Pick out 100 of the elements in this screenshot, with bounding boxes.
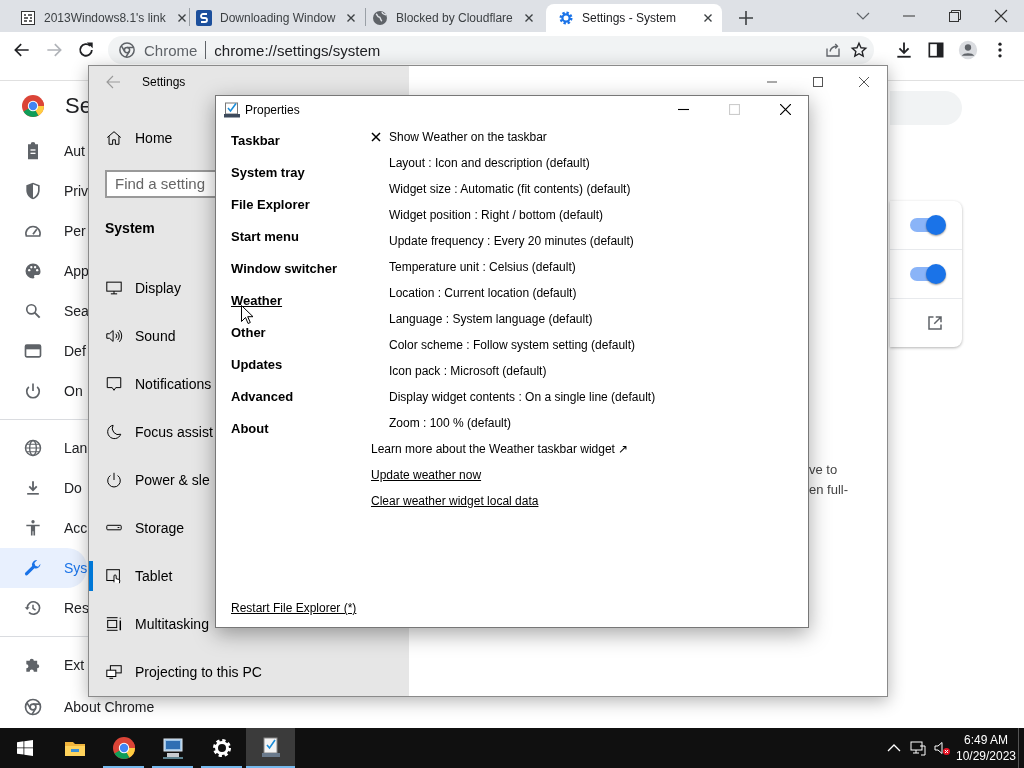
network-computer-icon: [160, 736, 185, 760]
option-item[interactable]: Language : System language (default): [389, 312, 593, 326]
tablet-touch-icon: [105, 567, 123, 585]
close-icon[interactable]: [994, 9, 1008, 23]
nav-link[interactable]: About: [231, 420, 269, 436]
multitasking-icon: [105, 615, 123, 633]
nav-link[interactable]: File Explorer: [231, 196, 310, 212]
nav-item[interactable]: Storage: [89, 504, 185, 552]
download-icon[interactable]: [894, 40, 914, 60]
nav-link[interactable]: Start menu: [231, 228, 299, 244]
close-icon[interactable]: [779, 104, 791, 115]
share-icon[interactable]: [824, 41, 842, 59]
action-link[interactable]: Learn more about the Weather taskbar widget ↗: [371, 442, 629, 456]
muted-speaker-icon[interactable]: [934, 740, 950, 756]
chrome-logo-icon: [118, 41, 136, 59]
sidebar-item[interactable]: Per: [0, 211, 87, 251]
option-item[interactable]: Location : Current location (default): [389, 286, 577, 300]
speech-bubble-icon: [105, 375, 123, 393]
nav-item[interactable]: Focus assist: [89, 408, 213, 456]
app-logo-icon: [196, 10, 212, 26]
toggle-switch[interactable]: [910, 218, 944, 232]
sidebar-item[interactable]: Res: [0, 588, 87, 628]
projecting-icon: [105, 663, 123, 681]
option-item[interactable]: Color scheme : Follow system setting (default): [389, 338, 636, 352]
browser-tab[interactable]: Blocked by Cloudflare: [360, 4, 536, 32]
sidebar-item[interactable]: Lan: [0, 428, 87, 468]
nav-item[interactable]: Home: [89, 115, 181, 161]
restart-link[interactable]: Restart File Explorer (*): [231, 601, 357, 615]
option-item[interactable]: Temperature unit : Celsius (default): [389, 260, 576, 274]
description-text: en full-: [809, 481, 850, 499]
option-item[interactable]: Zoom : 100 % (default): [389, 416, 512, 430]
sidebar-item[interactable]: About Chrome: [0, 697, 163, 717]
document-icon: [20, 10, 36, 26]
address-bar[interactable]: Chrome chrome://settings/system: [108, 36, 874, 64]
chrome-logo-icon: [23, 697, 43, 717]
sidebar-item[interactable]: On: [0, 371, 87, 411]
nav-link[interactable]: Advanced: [231, 388, 294, 404]
sidebar-item[interactable]: Priv: [0, 171, 87, 211]
nav-link[interactable]: Window switcher: [231, 260, 338, 276]
search-field[interactable]: Find a setting: [105, 170, 216, 198]
nav-link[interactable]: Taskbar: [231, 132, 280, 148]
power-icon: [105, 471, 123, 489]
side-panel-icon[interactable]: [926, 40, 946, 60]
option-item[interactable]: Widget size : Automatic (fit contents) (default): [389, 182, 631, 196]
globe-icon: [23, 438, 43, 458]
sidebar-item[interactable]: Sys: [0, 548, 87, 588]
nav-item[interactable]: Tablet: [89, 552, 173, 600]
close-icon[interactable]: [859, 77, 869, 87]
search-field[interactable]: [890, 91, 962, 125]
description-text: ve to: [809, 461, 839, 479]
sidebar-item[interactable]: Ext: [0, 645, 87, 685]
profile-avatar-icon[interactable]: [958, 40, 978, 60]
maximize-icon[interactable]: [813, 77, 823, 87]
sidebar-item[interactable]: App: [0, 251, 87, 291]
reload-icon[interactable]: [76, 40, 96, 60]
windows-logo-icon: [17, 740, 33, 756]
nav-link[interactable]: Updates: [231, 356, 283, 372]
clock[interactable]: 6:49 AM 10/29/2023: [954, 728, 1018, 768]
toggle-switch[interactable]: [910, 267, 944, 281]
nav-link[interactable]: Other: [231, 324, 266, 340]
action-link[interactable]: Clear weather widget local data: [371, 494, 539, 508]
palette-icon: [23, 261, 43, 281]
browser-tab[interactable]: 2013Windows8.1's link: [8, 4, 184, 32]
nav-item[interactable]: Power & sle: [89, 456, 210, 504]
nav-link[interactable]: System tray: [231, 164, 305, 180]
app-icon: [224, 101, 240, 118]
speaker-icon: [105, 327, 123, 345]
star-icon[interactable]: [850, 41, 868, 59]
chrome-logo-icon: [21, 94, 45, 118]
sidebar-item[interactable]: Aut: [0, 131, 87, 171]
window-title: Settings: [142, 74, 186, 89]
gear-icon: [558, 10, 574, 26]
taskbar-app[interactable]: [246, 728, 295, 768]
external-link-icon[interactable]: [926, 314, 944, 332]
sidebar-item[interactable]: Acc: [0, 508, 87, 548]
restore-icon[interactable]: [948, 9, 962, 23]
network-icon[interactable]: [910, 740, 926, 756]
nav-item[interactable]: Multitasking: [89, 600, 209, 648]
option-item[interactable]: Display widget contents : On a single line (default): [389, 390, 656, 404]
action-link[interactable]: Update weather now: [371, 468, 482, 482]
option-item[interactable]: Widget position : Right / bottom (default): [389, 208, 604, 222]
nav-item[interactable]: Display: [89, 264, 181, 312]
option-label[interactable]: Show Weather on the taskbar: [389, 130, 547, 144]
nav-item[interactable]: Sound: [89, 312, 176, 360]
option-item[interactable]: Layout : Icon and description (default): [389, 156, 590, 170]
globe-icon: [372, 10, 388, 26]
check-mark-icon[interactable]: [371, 132, 381, 142]
sidebar-item[interactable]: Do: [0, 468, 87, 508]
cursor-icon: [241, 305, 253, 324]
option-item[interactable]: Update frequency : Every 20 minutes (default): [389, 234, 634, 248]
option-item[interactable]: Icon pack : Microsoft (default): [389, 364, 547, 378]
nav-item[interactable]: Projecting to this PC: [89, 648, 262, 696]
sidebar-item[interactable]: Def: [0, 331, 87, 371]
browser-tab[interactable]: Settings - System: [546, 4, 722, 32]
nav-item[interactable]: Notifications: [89, 360, 212, 408]
browser-tab[interactable]: Downloading Window: [184, 4, 360, 32]
sidebar-item[interactable]: Sea: [0, 291, 87, 331]
window-title: Properties: [245, 102, 300, 117]
nav-link[interactable]: Weather: [231, 292, 283, 308]
plus-icon[interactable]: [739, 11, 753, 25]
